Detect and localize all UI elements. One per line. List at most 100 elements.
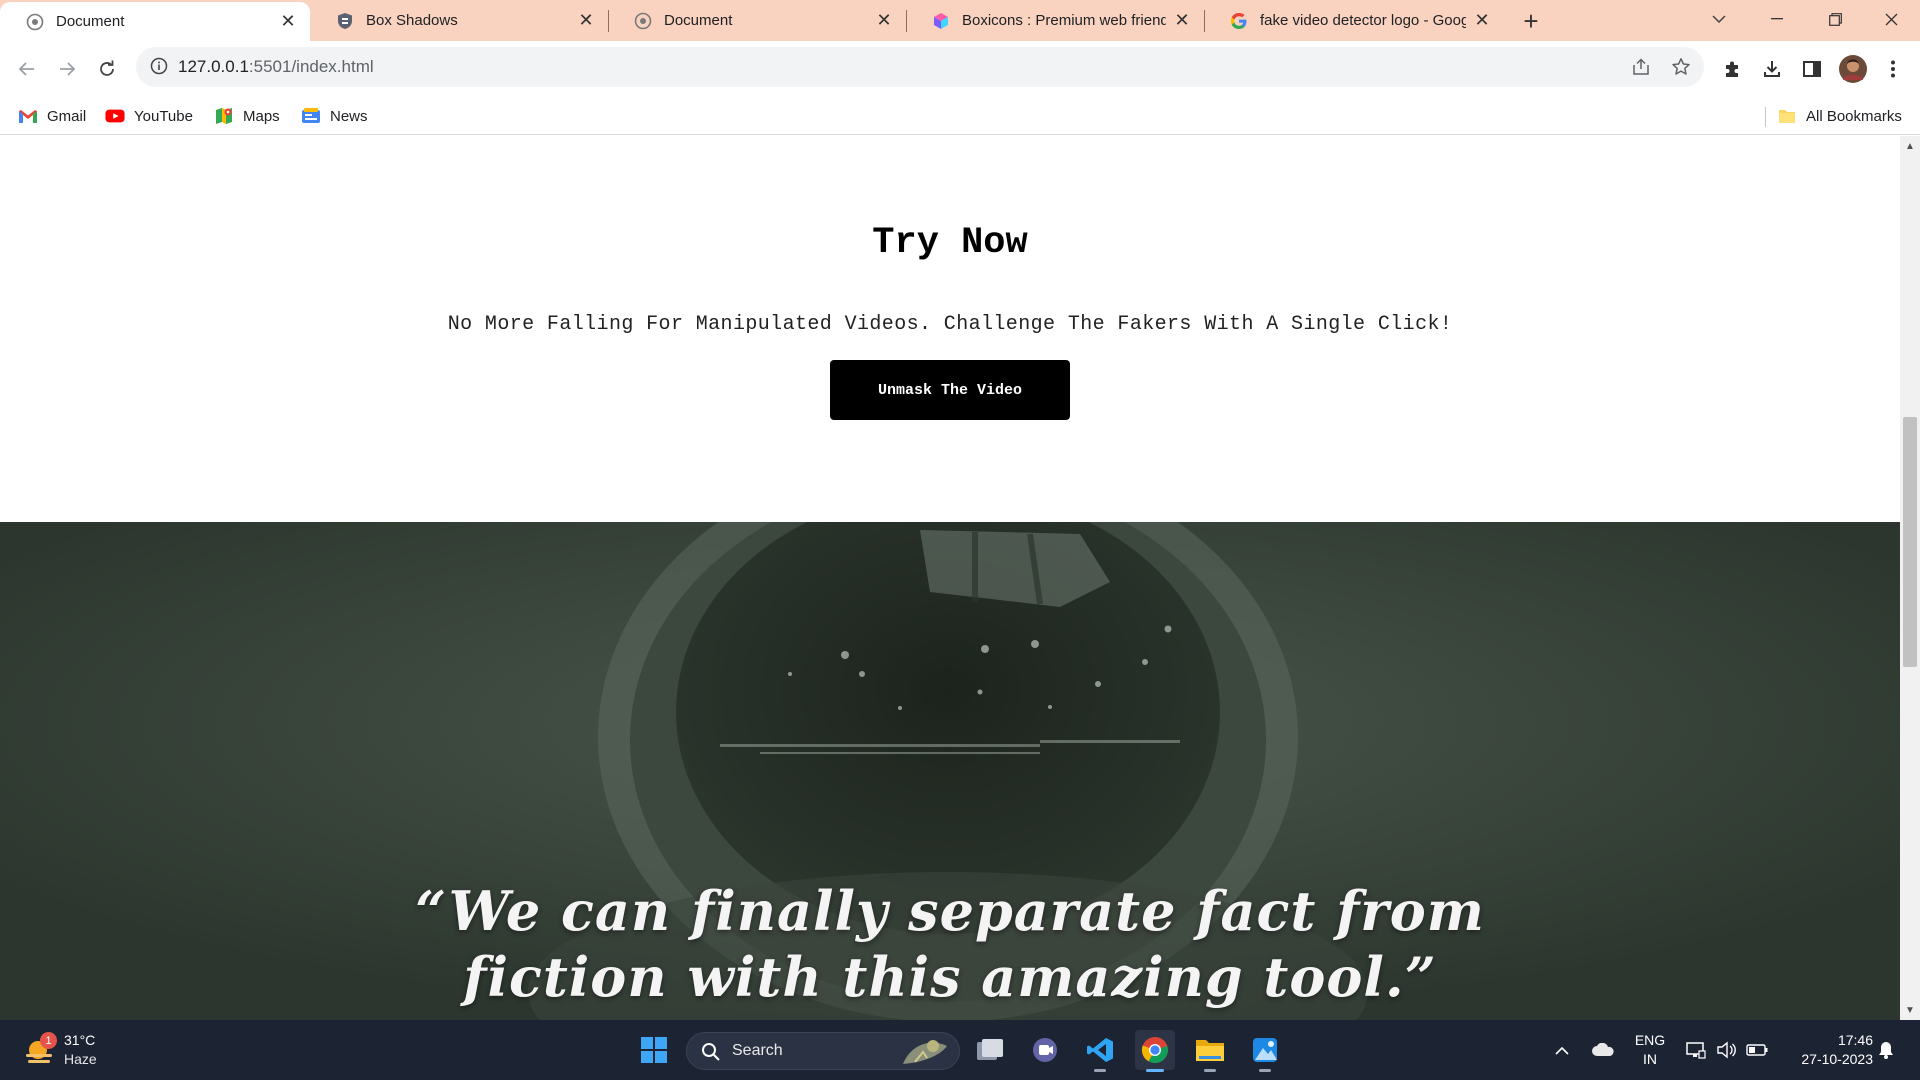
teams-chat-icon[interactable]	[1025, 1030, 1065, 1070]
maps-icon	[214, 106, 234, 126]
more-menu-icon[interactable]	[1876, 52, 1910, 86]
all-bookmarks-button[interactable]: All Bookmarks	[1777, 103, 1902, 129]
language-code: ENG	[1634, 1032, 1666, 1048]
photos-app-icon[interactable]	[1245, 1030, 1285, 1072]
tab-title: Document	[664, 12, 733, 29]
clock-time: 17:46	[1837, 1032, 1873, 1048]
bookmark-youtube[interactable]: YouTube	[105, 103, 193, 129]
windows-start-icon[interactable]	[634, 1030, 674, 1070]
search-label: Search	[732, 1042, 783, 1059]
chrome-icon[interactable]	[1135, 1030, 1175, 1072]
tab-strip: Document ✕ Box Shadows ✕ Document ✕ Boxi…	[0, 0, 1920, 41]
tab-google-search[interactable]: fake video detector logo - Goog ✕	[1204, 0, 1504, 41]
page-viewport: Try Now No More Falling For Manipulated …	[0, 136, 1900, 1020]
tab-title: Boxicons : Premium web friendly	[962, 12, 1166, 29]
language-region: IN	[1643, 1051, 1657, 1067]
bookmarks-separator	[1765, 107, 1766, 127]
address-bar[interactable]: 127.0.0.1:5501/index.html	[136, 47, 1704, 87]
bookmark-gmail[interactable]: Gmail	[18, 103, 86, 129]
windows-taskbar: 1 31°C Haze Search ENG IN 17:46 27-10-20…	[0, 1020, 1920, 1080]
globe-icon	[26, 13, 44, 31]
close-tab-icon[interactable]: ✕	[278, 11, 298, 32]
tab-document-1[interactable]: Document ✕	[0, 2, 310, 41]
scroll-up-arrow-icon[interactable]: ▲	[1900, 136, 1920, 156]
minimize-button[interactable]	[1748, 0, 1806, 38]
browser-toolbar: 127.0.0.1:5501/index.html	[0, 41, 1920, 97]
weather-condition: Haze	[64, 1051, 97, 1067]
scroll-down-arrow-icon[interactable]: ▼	[1900, 1000, 1920, 1020]
site-info-icon[interactable]	[150, 57, 170, 77]
tab-search-chevron-icon[interactable]	[1690, 0, 1748, 38]
show-hidden-icons-chevron-icon[interactable]	[1550, 1034, 1574, 1066]
quote-line-1: “We can finally separate fact from	[415, 879, 1485, 943]
notification-bell-icon[interactable]	[1874, 1034, 1898, 1066]
close-tab-icon[interactable]: ✕	[1472, 10, 1492, 31]
back-button[interactable]	[9, 51, 45, 87]
bookmark-label: YouTube	[134, 107, 193, 125]
running-indicator	[1094, 1069, 1106, 1072]
onedrive-cloud-icon[interactable]	[1590, 1034, 1616, 1066]
bookmarks-bar: Gmail YouTube Maps News All Bookmarks	[0, 97, 1920, 135]
close-window-button[interactable]	[1862, 0, 1920, 38]
scrollbar-thumb[interactable]	[1903, 417, 1917, 667]
folder-icon	[1777, 106, 1797, 126]
share-icon[interactable]	[1630, 56, 1652, 78]
tab-document-2[interactable]: Document ✕	[608, 0, 906, 41]
globe-icon	[634, 12, 652, 30]
profile-avatar[interactable]	[1836, 52, 1870, 86]
bookmark-label: News	[330, 107, 368, 125]
tab-title: fake video detector logo - Goog	[1260, 12, 1466, 29]
running-indicator	[1204, 1069, 1216, 1072]
network-icon[interactable]	[1684, 1034, 1708, 1066]
unmask-video-button[interactable]: Unmask The Video	[830, 360, 1070, 420]
bookmark-news[interactable]: News	[301, 103, 368, 129]
battery-icon[interactable]	[1744, 1034, 1770, 1066]
language-indicator[interactable]: ENG IN	[1630, 1031, 1670, 1069]
boxicons-logo-icon	[932, 12, 950, 30]
forward-button[interactable]	[49, 51, 85, 87]
shield-icon	[336, 12, 354, 30]
side-panel-icon[interactable]	[1795, 52, 1829, 86]
search-highlight-icon	[903, 1040, 947, 1064]
url-path: :5501/index.html	[248, 57, 374, 76]
google-g-icon	[1230, 12, 1248, 30]
weather-widget[interactable]: 1 31°C Haze	[22, 1028, 132, 1072]
tab-boxicons[interactable]: Boxicons : Premium web friendly ✕	[906, 0, 1204, 41]
bookmark-maps[interactable]: Maps	[214, 103, 280, 129]
taskbar-clock[interactable]: 17:46 27-10-2023	[1783, 1031, 1873, 1069]
tab-box-shadows[interactable]: Box Shadows ✕	[310, 0, 608, 41]
url-text[interactable]: 127.0.0.1:5501/index.html	[178, 57, 374, 77]
extensions-puzzle-icon[interactable]	[1715, 52, 1749, 86]
new-tab-button[interactable]: +	[1516, 6, 1546, 36]
restore-button[interactable]	[1806, 0, 1864, 38]
close-tab-icon[interactable]: ✕	[874, 10, 894, 31]
bookmark-label: Maps	[243, 107, 280, 125]
close-tab-icon[interactable]: ✕	[1172, 10, 1192, 31]
try-now-heading: Try Now	[872, 222, 1028, 264]
news-icon	[301, 106, 321, 126]
youtube-icon	[105, 106, 125, 126]
downloads-icon[interactable]	[1755, 52, 1789, 86]
bookmark-star-icon[interactable]	[1670, 56, 1692, 78]
running-indicator	[1259, 1069, 1271, 1072]
weather-temperature: 31°C	[64, 1032, 96, 1048]
testimonial-quote: “We can finally separate fact from ficti…	[0, 878, 1900, 1010]
reload-button[interactable]	[89, 51, 125, 87]
taskbar-search-box[interactable]: Search	[686, 1032, 960, 1070]
gmail-icon	[18, 106, 38, 126]
task-view-icon[interactable]	[970, 1030, 1010, 1070]
bookmark-label: Gmail	[47, 107, 87, 125]
testimonial-hero: “We can finally separate fact from ficti…	[0, 522, 1900, 1020]
close-tab-icon[interactable]: ✕	[576, 10, 596, 31]
all-bookmarks-label: All Bookmarks	[1806, 107, 1902, 125]
tab-title: Document	[56, 13, 125, 30]
vscode-icon[interactable]	[1080, 1030, 1120, 1072]
active-indicator	[1146, 1069, 1164, 1072]
quote-line-2: fiction with this amazing tool.”	[463, 945, 1437, 1009]
file-explorer-icon[interactable]	[1190, 1030, 1230, 1072]
try-now-subtitle: No More Falling For Manipulated Videos. …	[447, 313, 1453, 336]
search-icon	[702, 1043, 720, 1061]
url-host: 127.0.0.1	[178, 57, 249, 76]
volume-icon[interactable]	[1714, 1034, 1738, 1066]
page-scrollbar[interactable]: ▲ ▼	[1900, 136, 1920, 1020]
